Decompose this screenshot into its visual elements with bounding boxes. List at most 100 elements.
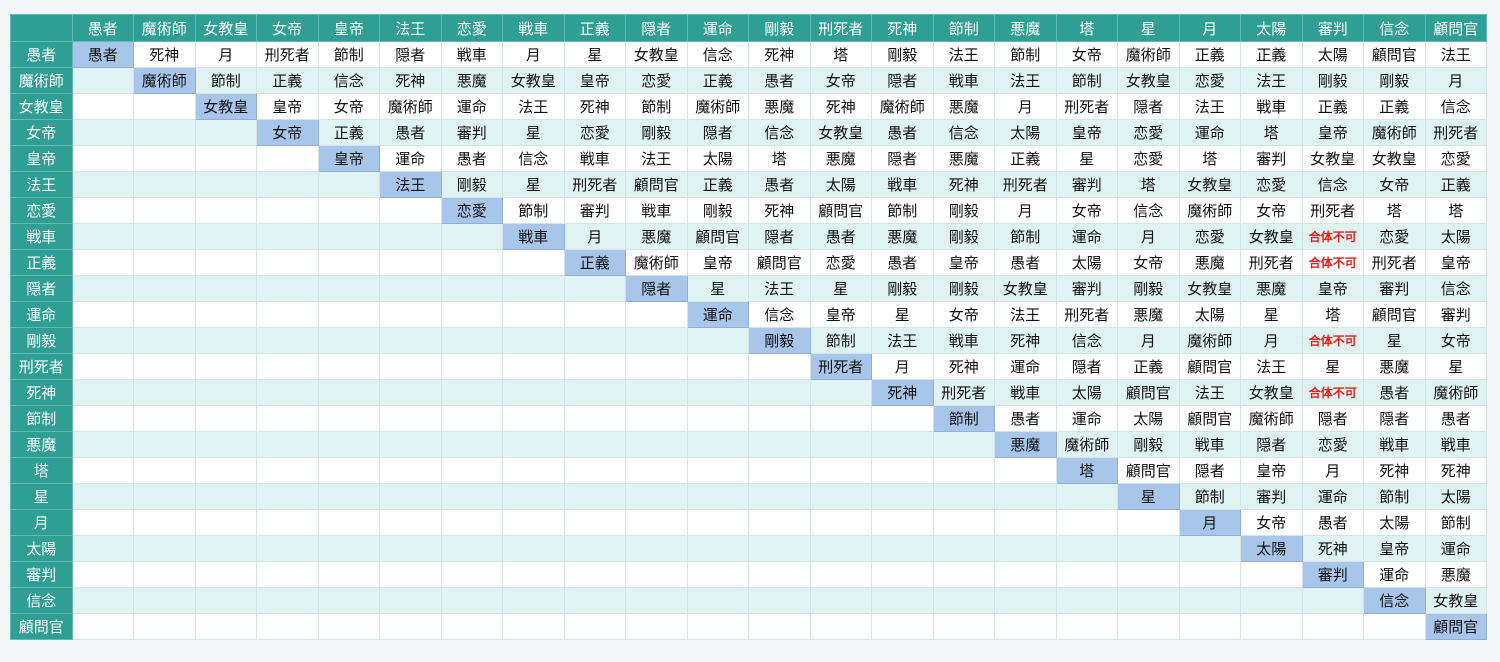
empty-cell [809, 509, 872, 536]
empty-cell [317, 457, 380, 484]
row-header: 悪魔 [10, 431, 73, 458]
fusion-result-cell: 魔術師 [871, 93, 934, 120]
fusion-result-cell: 死神 [1363, 457, 1426, 484]
empty-cell [686, 431, 749, 458]
fusion-result-cell: 女帝 [317, 93, 380, 120]
fusion-result-cell: 顧問官 [1178, 405, 1241, 432]
fusion-result-cell: 太陽 [1424, 483, 1487, 510]
row-header: 死神 [10, 379, 73, 406]
empty-cell [133, 509, 196, 536]
fusion-result-cell: 太陽 [686, 145, 749, 172]
empty-cell [256, 587, 319, 614]
empty-cell [440, 535, 503, 562]
table-row: 死神 死神 刑死者 戦車 太陽 顧問官 法王 女教皇 合体不可 愚者 魔術師 [10, 379, 1487, 406]
fusion-result-cell: 法王 [871, 327, 934, 354]
fusion-result-cell: 剛毅 [932, 197, 995, 224]
empty-cell [133, 587, 196, 614]
fusion-result-cell: 恋愛 [1178, 67, 1241, 94]
fusion-result-cell: 節制 [871, 197, 934, 224]
fusion-result-cell: 皇帝 [256, 93, 319, 120]
empty-cell [625, 327, 688, 354]
fusion-result-cell: 愚者 [748, 67, 811, 94]
empty-cell [256, 327, 319, 354]
empty-cell [440, 327, 503, 354]
fusion-result-cell: 星 [502, 119, 565, 146]
empty-cell [502, 561, 565, 588]
fusion-result-cell: 死神 [1424, 457, 1487, 484]
fusion-result-cell: 女教皇 [1301, 145, 1364, 172]
empty-cell [256, 249, 319, 276]
fusion-result-cell: 太陽 [1363, 509, 1426, 536]
fusion-result-cell: 法王 [1178, 379, 1241, 406]
fusion-result-cell: 剛毅 [932, 223, 995, 250]
fusion-result-cell: 戦車 [1240, 93, 1303, 120]
empty-cell [1178, 587, 1241, 614]
empty-cell [1117, 613, 1180, 640]
column-header: 運命 [686, 14, 749, 42]
empty-cell [317, 587, 380, 614]
empty-cell [133, 93, 196, 120]
empty-cell [748, 535, 811, 562]
empty-cell [932, 535, 995, 562]
fusion-result-cell: 女教皇 [1240, 379, 1303, 406]
column-header: 正義 [563, 14, 626, 42]
empty-cell [502, 587, 565, 614]
fusion-result-cell: 剛毅 [1363, 67, 1426, 94]
fusion-not-possible-cell: 合体不可 [1301, 379, 1364, 406]
fusion-result-cell: 太陽 [1055, 249, 1118, 276]
page: 愚者 魔術師 女教皇 女帝 皇帝 法王 恋愛 戦車 正義 隠者 運命 剛毅 刑死者 死神 節制 悪魔塔星月太陽… [0, 0, 1500, 662]
empty-cell [256, 145, 319, 172]
fusion-result-cell: 魔術師 [1363, 119, 1426, 146]
column-header: 塔 [1055, 14, 1118, 42]
fusion-result-cell: 死神 [932, 171, 995, 198]
empty-cell [194, 613, 257, 640]
column-header: 太陽 [1240, 14, 1303, 42]
fusion-result-cell: 塔 [1424, 197, 1487, 224]
empty-cell [563, 431, 626, 458]
fusion-result-cell: 太陽 [1301, 41, 1364, 68]
fusion-result-cell: 審判 [440, 119, 503, 146]
empty-cell [256, 301, 319, 328]
empty-cell [871, 587, 934, 614]
diagonal-cell: 悪魔 [994, 431, 1057, 458]
empty-cell [809, 561, 872, 588]
fusion-result-cell: 信念 [748, 119, 811, 146]
fusion-result-cell: 悪魔 [1363, 353, 1426, 380]
empty-cell [1117, 587, 1180, 614]
table-row: 法王 法王 剛毅星刑死者 顧問官 正義 愚者 太陽 戦車 死神 刑死者 審判塔女教皇 恋愛 信念 女帝 正義 [10, 171, 1487, 198]
fusion-result-cell: 正義 [1301, 93, 1364, 120]
empty-cell [625, 301, 688, 328]
empty-cell [133, 327, 196, 354]
fusion-result-cell: 刑死者 [1363, 249, 1426, 276]
fusion-result-cell: 刑死者 [563, 171, 626, 198]
empty-cell [563, 327, 626, 354]
empty-cell [317, 249, 380, 276]
empty-cell [379, 483, 442, 510]
fusion-result-cell: 恋愛 [1117, 145, 1180, 172]
diagonal-cell: 運命 [686, 301, 749, 328]
fusion-result-cell: 戦車 [440, 41, 503, 68]
empty-cell [194, 327, 257, 354]
fusion-result-cell: 悪魔 [932, 93, 995, 120]
fusion-result-cell: 運命 [1301, 483, 1364, 510]
empty-cell [625, 613, 688, 640]
fusion-result-cell: 月 [1117, 223, 1180, 250]
empty-cell [71, 197, 134, 224]
diagonal-cell: 愚者 [71, 41, 134, 68]
fusion-result-cell: 塔 [748, 145, 811, 172]
empty-cell [871, 431, 934, 458]
fusion-result-cell: 信念 [748, 301, 811, 328]
fusion-result-cell: 女帝 [809, 67, 872, 94]
fusion-result-cell: 隠者 [1240, 431, 1303, 458]
empty-cell [71, 587, 134, 614]
fusion-result-cell: 塔 [1178, 145, 1241, 172]
empty-cell [1055, 561, 1118, 588]
column-header: 隠者 [625, 14, 688, 42]
fusion-result-cell: 女教皇 [1424, 587, 1487, 614]
empty-cell [256, 509, 319, 536]
empty-cell [563, 509, 626, 536]
empty-cell [194, 535, 257, 562]
row-header: 皇帝 [10, 145, 73, 172]
empty-cell [625, 587, 688, 614]
fusion-result-cell: 愚者 [994, 249, 1057, 276]
